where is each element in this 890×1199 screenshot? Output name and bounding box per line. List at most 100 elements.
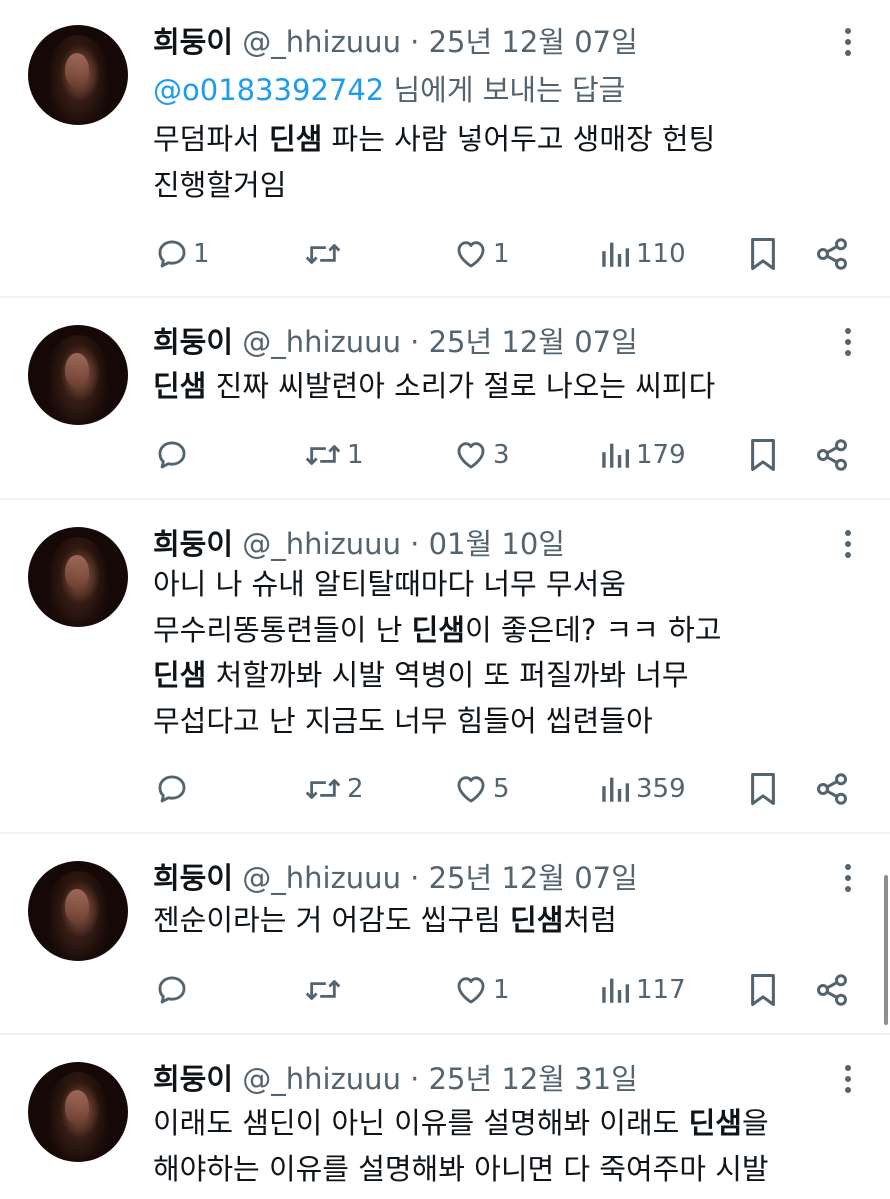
highlighted-keyword: 딘샘	[688, 1106, 742, 1140]
like-button[interactable]: 5	[453, 767, 510, 811]
user-handle[interactable]: @_hhizuuu	[242, 861, 401, 895]
divider	[0, 1033, 890, 1035]
text-segment: 파는 사람 넣어두고 생매장 헌팅	[322, 122, 716, 156]
avatar[interactable]	[28, 527, 128, 627]
avatar[interactable]	[28, 325, 128, 425]
like-button[interactable]: 1	[453, 968, 510, 1012]
reply-mention-link[interactable]: @o0183392742	[153, 73, 384, 107]
repost-icon	[303, 237, 343, 271]
reply-button[interactable]	[155, 433, 193, 477]
like-button[interactable]: 1	[453, 232, 510, 276]
more-dot	[845, 864, 851, 870]
tweet-text: 무덤파서 딘샘 파는 사람 넣어두고 생매장 헌팅 진행할거임	[153, 117, 873, 208]
share-icon	[814, 437, 850, 473]
views-button[interactable]: 359	[598, 767, 686, 811]
more-dots-icon[interactable]	[836, 858, 860, 898]
bookmark-button[interactable]	[747, 767, 779, 811]
more-dot	[845, 552, 851, 558]
share-button[interactable]	[814, 433, 850, 477]
text-segment: 무덤파서	[153, 122, 269, 156]
avatar[interactable]	[28, 861, 128, 961]
reply-icon	[155, 237, 189, 271]
display-name[interactable]: 희둥이	[153, 325, 233, 359]
repost-button[interactable]: 1	[303, 433, 364, 477]
views-count: 117	[636, 975, 686, 1005]
more-dots-icon[interactable]	[836, 322, 860, 362]
tweet-text-line: 젠순이라는 거 어감도 씹구림 딘샘처럼	[153, 898, 873, 944]
avatar[interactable]	[28, 1062, 128, 1162]
repost-button[interactable]: 2	[303, 767, 364, 811]
scrollbar[interactable]	[884, 875, 888, 1025]
like-button[interactable]: 3	[453, 433, 510, 477]
display-name[interactable]: 희둥이	[153, 861, 233, 895]
separator-dot: ·	[410, 25, 420, 59]
avatar-face	[65, 53, 89, 87]
repost-button[interactable]	[303, 232, 347, 276]
tweet-text-line: 아니 나 슈내 알티탈때마다 너무 무서움	[153, 562, 873, 608]
tweet-header: 희둥이 @_hhizuuu · 01월 10일	[153, 522, 565, 566]
views-button[interactable]: 179	[598, 433, 686, 477]
reply-to-line: @o0183392742 님에게 보내는 답글	[153, 68, 625, 112]
tweet-date[interactable]: 25년 12월 07일	[429, 325, 638, 359]
reply-button[interactable]	[155, 968, 193, 1012]
views-button[interactable]: 117	[598, 968, 686, 1012]
share-button[interactable]	[814, 968, 850, 1012]
more-dots-icon[interactable]	[836, 524, 860, 564]
bookmark-button[interactable]	[747, 968, 779, 1012]
bookmark-button[interactable]	[747, 232, 779, 276]
tweet-date[interactable]: 25년 12월 07일	[429, 861, 638, 895]
more-dots-icon[interactable]	[836, 22, 860, 62]
user-handle[interactable]: @_hhizuuu	[242, 325, 401, 359]
text-segment: 이 좋은데? ㅋㅋ 하고	[464, 612, 722, 647]
likes-count: 1	[493, 975, 510, 1005]
user-handle[interactable]: @_hhizuuu	[242, 1062, 401, 1096]
reply-button[interactable]	[155, 767, 193, 811]
heart-icon	[453, 772, 489, 806]
text-segment: 처할까봐 시발 역병이 또 퍼질까봐 너무	[206, 658, 689, 692]
repost-button[interactable]	[303, 968, 347, 1012]
views-button[interactable]: 110	[598, 232, 686, 276]
tweet-text-line: 해야하는 이유를 설명해봐 아니면 다 죽여주마 시발	[153, 1147, 873, 1193]
display-name[interactable]: 희둥이	[153, 25, 233, 59]
more-dot	[845, 886, 851, 892]
avatar[interactable]	[28, 25, 128, 125]
bookmark-button[interactable]	[747, 433, 779, 477]
more-dots-icon[interactable]	[836, 1059, 860, 1099]
tweet-date[interactable]: 25년 12월 07일	[429, 25, 638, 59]
tweet-text-line: 딘샘 처할까봐 시발 역병이 또 퍼질까봐 너무	[153, 653, 873, 699]
heart-icon	[453, 438, 489, 472]
user-handle[interactable]: @_hhizuuu	[242, 527, 401, 561]
display-name[interactable]: 희둥이	[153, 1062, 233, 1096]
tweet-text: 젠순이라는 거 어감도 씹구림 딘샘처럼	[153, 898, 873, 944]
text-segment: 을	[741, 1106, 769, 1140]
share-button[interactable]	[814, 232, 850, 276]
avatar-face	[65, 1090, 89, 1124]
highlighted-keyword: 딘샘	[510, 903, 564, 937]
bookmark-icon	[747, 437, 779, 473]
divider	[0, 296, 890, 298]
tweet-text-line: 진행할거임	[153, 163, 873, 209]
user-handle[interactable]: @_hhizuuu	[242, 25, 401, 59]
more-dot	[845, 328, 851, 334]
separator-dot: ·	[410, 527, 420, 561]
reposts-count: 2	[347, 774, 364, 804]
heart-icon	[453, 973, 489, 1007]
display-name[interactable]: 희둥이	[153, 527, 233, 561]
highlighted-keyword: 딘샘	[153, 369, 207, 403]
reply-button[interactable]: 1	[155, 232, 210, 276]
more-dot	[845, 530, 851, 536]
tweet-date[interactable]: 01월 10일	[429, 527, 565, 561]
more-dot	[845, 50, 851, 56]
share-button[interactable]	[814, 767, 850, 811]
tweet-text: 아니 나 슈내 알티탈때마다 너무 무서움 무수리똥통련들이 난 딘샘이 좋은데?…	[153, 562, 873, 744]
tweet-date[interactable]: 25년 12월 31일	[429, 1062, 638, 1096]
views-icon	[598, 973, 632, 1007]
